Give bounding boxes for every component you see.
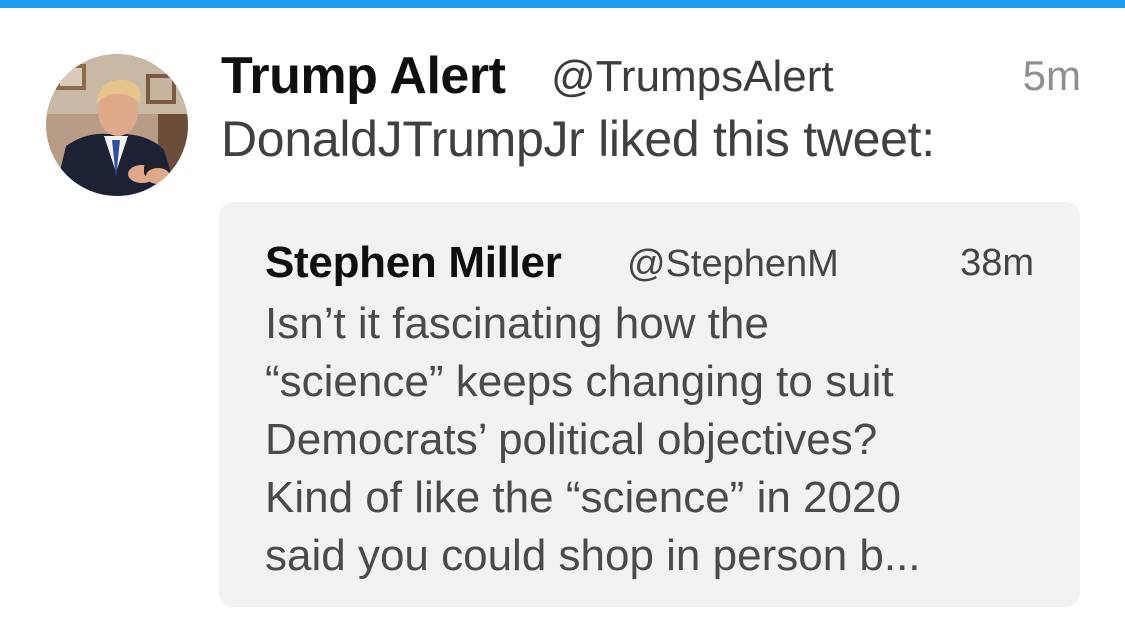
quoted-text-line: Democrats’ political objectives? (265, 415, 878, 464)
quoted-text-line: Isn’t it fascinating how the (265, 299, 769, 348)
top-accent-bar (0, 0, 1125, 8)
quoted-display-name: Stephen Miller (265, 238, 562, 287)
quoted-text-line: “science” keeps changing to suit (265, 357, 894, 406)
profile-photo-icon (46, 54, 188, 196)
quoted-tweet-card[interactable]: Stephen Miller @StephenM 38m Isn’t it fa… (219, 202, 1080, 607)
tweet-header: Trump Alert @TrumpsAlert 5m (221, 46, 1081, 106)
quoted-tweet-text: Isn’t it fascinating how the “science” k… (265, 295, 1055, 585)
quoted-timestamp: 38m (960, 242, 1034, 284)
timestamp: 5m (1022, 52, 1081, 99)
avatar[interactable] (46, 54, 188, 196)
tweet-body: DonaldJTrumpJr liked this tweet: (221, 111, 935, 167)
quoted-text-line: Kind of like the “science” in 2020 (265, 473, 901, 522)
user-handle[interactable]: @TrumpsAlert (551, 52, 834, 102)
quoted-user-handle: @StephenM (627, 243, 839, 285)
quoted-text-line: said you could shop in person b... (265, 531, 921, 580)
display-name[interactable]: Trump Alert (221, 46, 506, 106)
